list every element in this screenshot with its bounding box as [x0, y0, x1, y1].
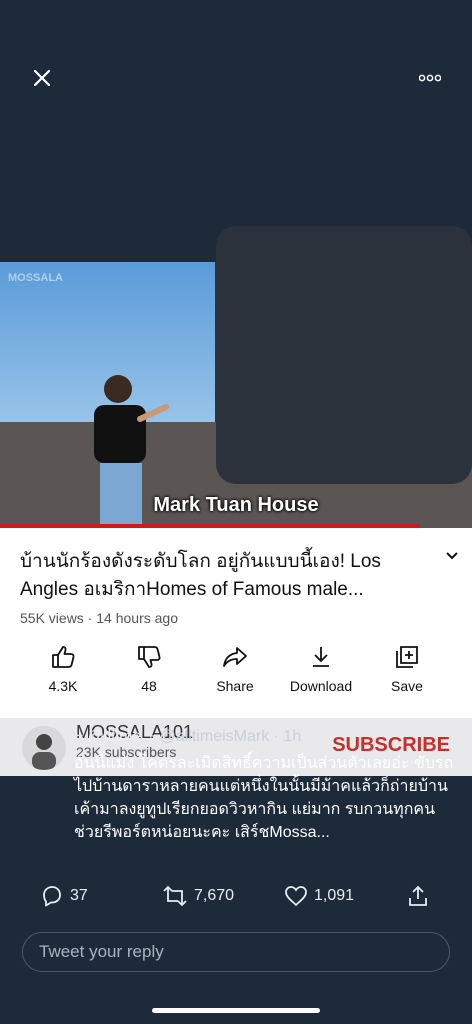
save-button[interactable]: Save	[362, 644, 452, 694]
more-options-button[interactable]	[412, 66, 448, 90]
redaction-overlay	[216, 226, 472, 484]
tweet-reply-input[interactable]	[37, 941, 441, 963]
like-icon	[52, 646, 75, 668]
video-actions: 4.3K 48 Share Download Save	[0, 644, 472, 704]
share-label: Share	[216, 678, 254, 694]
like-button[interactable]: 4.3K	[18, 644, 108, 694]
tweet-header: ~ @lltime ~ @alltimeisMark · 1h	[74, 728, 301, 746]
channel-avatar[interactable]	[22, 726, 66, 770]
save-icon	[396, 646, 418, 668]
video-caption: Mark Tuan House	[153, 494, 319, 516]
chevron-down-icon[interactable]	[444, 548, 460, 564]
download-icon	[313, 647, 329, 667]
dislike-button[interactable]: 48	[104, 644, 194, 694]
download-button[interactable]: Download	[276, 644, 366, 694]
video-meta: 55K views · 14 hours ago	[20, 610, 178, 626]
retweet-button[interactable]: 7,670	[162, 884, 234, 908]
more-icon	[419, 74, 441, 82]
share-icon	[223, 647, 247, 667]
reply-field-container	[22, 932, 450, 972]
top-bar	[0, 0, 472, 140]
download-label: Download	[289, 678, 353, 694]
dislike-icon	[138, 646, 161, 668]
avatar-image	[32, 734, 56, 770]
share-tweet-button[interactable]	[406, 884, 430, 908]
save-label: Save	[391, 678, 423, 694]
like-count: 4.3K	[48, 678, 78, 694]
retweet-count: 7,670	[194, 887, 235, 904]
tweet-handle[interactable]: @alltimeisMark	[160, 728, 270, 745]
close-icon	[33, 69, 51, 87]
video-watermark: MOSSALA	[8, 272, 63, 284]
tweet-author[interactable]: ~ @lltime ~	[74, 728, 155, 745]
tweet-actions: 37 7,670 1,091	[0, 884, 472, 916]
heart-icon	[285, 886, 307, 907]
retweet-icon	[163, 885, 187, 907]
dislike-count: 48	[141, 678, 157, 694]
tweet-text: อันนี้แม่ง โคตรละเมิดสิทธิ์ความเป็นส่วนต…	[74, 755, 454, 841]
tweet-time: · 1h	[273, 728, 302, 745]
reply-icon	[43, 886, 61, 907]
reply-count: 37	[70, 887, 88, 904]
share-button[interactable]: Share	[190, 644, 280, 694]
video-title: บ้านนักร้องดังระดับโลก อยู่กันแบบนี้เอง!…	[20, 551, 381, 600]
close-button[interactable]	[26, 62, 58, 94]
video-info-panel: บ้านนักร้องดังระดับโลก อยู่กันแบบนี้เอง!…	[0, 528, 472, 718]
like-tweet-button[interactable]: 1,091	[284, 884, 354, 908]
reply-button[interactable]: 37	[40, 884, 88, 908]
home-indicator[interactable]	[152, 1008, 320, 1013]
upload-share-icon	[409, 885, 427, 906]
like-tweet-count: 1,091	[314, 887, 355, 904]
